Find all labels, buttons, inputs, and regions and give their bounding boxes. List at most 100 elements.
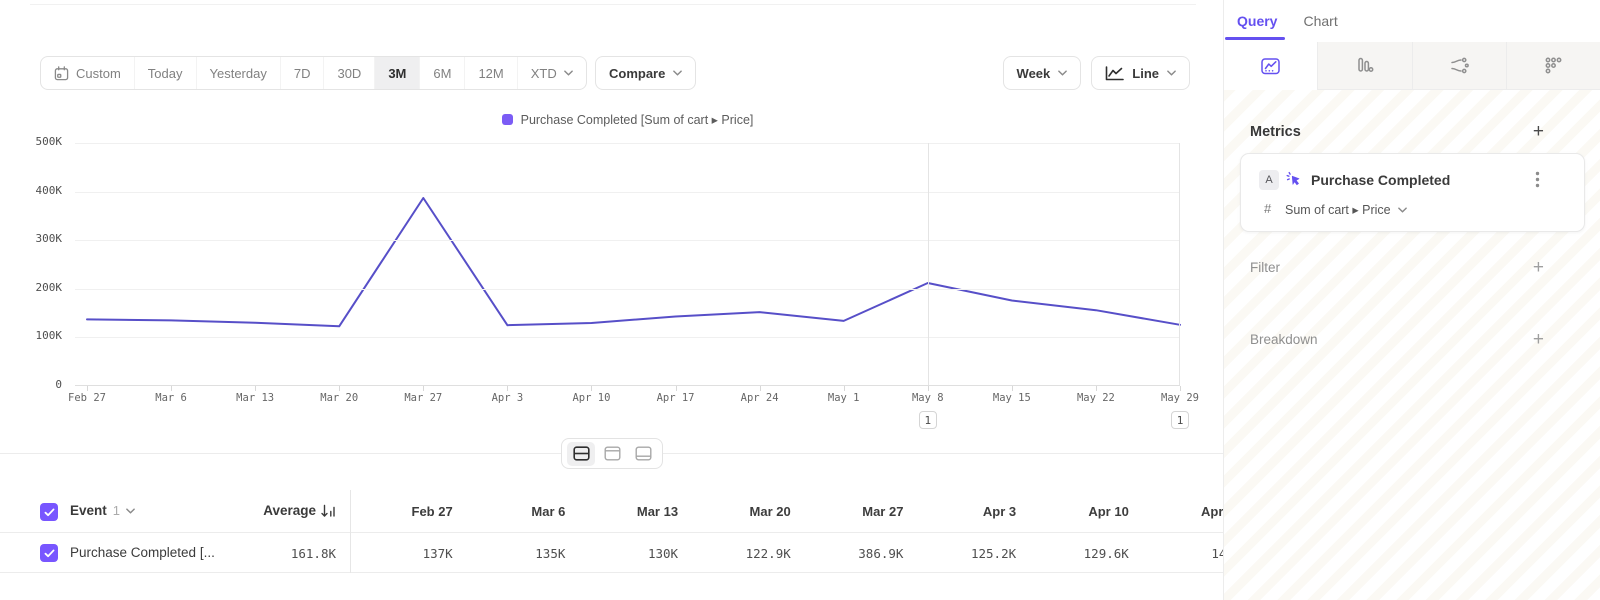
event-column-dropdown[interactable]: Event 1 bbox=[70, 503, 135, 518]
chart-type-tab-scatter[interactable] bbox=[1507, 42, 1600, 90]
chart-type-tab-flow[interactable] bbox=[1413, 42, 1507, 90]
aggregation-dropdown[interactable]: Sum of cart ▸ Price bbox=[1285, 202, 1407, 217]
x-axis-tick bbox=[1096, 386, 1097, 391]
more-options-icon[interactable] bbox=[1535, 171, 1540, 188]
event-count: 1 bbox=[113, 503, 120, 518]
table-only-button[interactable] bbox=[629, 442, 657, 466]
granularity-button[interactable]: Week bbox=[1003, 56, 1082, 90]
y-axis-label: 400K bbox=[0, 184, 62, 197]
range-xtd[interactable]: XTD bbox=[517, 57, 586, 89]
compare-button[interactable]: Compare bbox=[595, 56, 696, 90]
sort-descending-icon bbox=[321, 504, 336, 518]
range-custom[interactable]: Custom bbox=[41, 57, 134, 89]
split-view-button[interactable] bbox=[567, 442, 595, 466]
y-axis-label: 0 bbox=[0, 378, 62, 391]
row-checkbox[interactable] bbox=[40, 544, 58, 562]
date-column-header: Apr 17 bbox=[1139, 504, 1223, 519]
range-yesterday[interactable]: Yesterday bbox=[196, 57, 280, 89]
range-today[interactable]: Today bbox=[134, 57, 196, 89]
range-12m[interactable]: 12M bbox=[464, 57, 516, 89]
scatter-dots-icon bbox=[1543, 55, 1564, 76]
split-view-icon bbox=[573, 446, 590, 461]
annotation-badge[interactable]: 1 bbox=[919, 411, 937, 429]
y-axis-label: 100K bbox=[0, 329, 62, 342]
metric-event-name: Purchase Completed bbox=[1311, 172, 1450, 188]
panel-tabs: Query Chart bbox=[1224, 0, 1600, 42]
x-axis-label: Apr 24 bbox=[715, 392, 805, 404]
y-axis-label: 200K bbox=[0, 281, 62, 294]
gridline bbox=[75, 143, 1180, 144]
x-axis-label: May 15 bbox=[967, 392, 1057, 404]
value-cell: 130K bbox=[575, 546, 688, 561]
event-click-icon bbox=[1286, 171, 1303, 188]
date-column-header: Apr 10 bbox=[1026, 504, 1139, 519]
date-column-header: Apr 3 bbox=[913, 504, 1026, 519]
add-breakdown-button[interactable]: + bbox=[1533, 330, 1544, 349]
aggregation-label: Sum of cart ▸ Price bbox=[1285, 202, 1391, 217]
add-filter-button[interactable]: + bbox=[1533, 258, 1544, 277]
chart-controls: Week Line bbox=[1003, 56, 1190, 90]
chart-type-tab-line[interactable] bbox=[1224, 42, 1318, 90]
line-chart-icon bbox=[1105, 66, 1124, 81]
column-separator bbox=[350, 490, 351, 573]
granularity-label: Week bbox=[1017, 66, 1051, 81]
chevron-down-icon bbox=[673, 70, 682, 76]
value-cell: 137K bbox=[350, 546, 463, 561]
date-column-header: Mar 6 bbox=[463, 504, 576, 519]
x-axis-tick bbox=[171, 386, 172, 391]
range-30d[interactable]: 30D bbox=[323, 57, 374, 89]
breakdown-title: Breakdown bbox=[1250, 332, 1318, 347]
date-range-group: CustomTodayYesterday7D30D3M6M12MXTD bbox=[40, 56, 587, 90]
table-only-icon bbox=[635, 446, 652, 461]
line-series bbox=[75, 143, 1180, 386]
chart-type-tab-bar[interactable] bbox=[1318, 42, 1412, 90]
gridline bbox=[75, 240, 1180, 241]
chart-legend[interactable]: Purchase Completed [Sum of cart ▸ Price] bbox=[75, 112, 1180, 127]
gridline bbox=[75, 289, 1180, 290]
date-column-header: Feb 27 bbox=[350, 504, 463, 519]
x-axis-label: Apr 3 bbox=[462, 392, 552, 404]
metric-card[interactable]: A Purchase Completed # Sum of cart ▸ Pri… bbox=[1240, 153, 1585, 232]
y-axis-label: 500K bbox=[0, 135, 62, 148]
y-axis-label: 300K bbox=[0, 232, 62, 245]
range-6m[interactable]: 6M bbox=[419, 57, 464, 89]
view-toggle-group bbox=[561, 438, 663, 469]
x-axis-label: May 1 bbox=[799, 392, 889, 404]
average-column-label: Average bbox=[263, 503, 316, 518]
x-axis-label: Mar 20 bbox=[294, 392, 384, 404]
table-header-row: Event 1 Average Feb 27Mar 6Mar 13Mar 20M… bbox=[0, 490, 1223, 533]
tab-query[interactable]: Query bbox=[1237, 0, 1277, 42]
date-column-headers: Feb 27Mar 6Mar 13Mar 20Mar 27Apr 3Apr 10… bbox=[350, 504, 1223, 519]
chart-only-icon bbox=[604, 446, 621, 461]
x-axis-tick bbox=[591, 386, 592, 391]
x-axis-label: Mar 27 bbox=[378, 392, 468, 404]
add-metric-button[interactable]: + bbox=[1533, 122, 1544, 141]
line-chart-plot bbox=[75, 143, 1180, 386]
tab-chart[interactable]: Chart bbox=[1303, 0, 1337, 42]
range-3m[interactable]: 3M bbox=[374, 57, 419, 89]
select-all-checkbox[interactable] bbox=[40, 503, 58, 521]
x-axis-tick bbox=[1180, 386, 1181, 391]
range-7d[interactable]: 7D bbox=[280, 57, 324, 89]
insights-line-chart-icon bbox=[1260, 56, 1281, 77]
x-axis-tick bbox=[507, 386, 508, 391]
chart-only-button[interactable] bbox=[598, 442, 626, 466]
metrics-title: Metrics bbox=[1250, 124, 1301, 140]
x-axis-tick bbox=[87, 386, 88, 391]
event-column-label: Event bbox=[70, 503, 107, 518]
value-cell: 125.2K bbox=[913, 546, 1026, 561]
x-axis-tick bbox=[928, 386, 929, 391]
x-axis-tick bbox=[339, 386, 340, 391]
x-axis-label: May 29 bbox=[1135, 392, 1223, 404]
row-date-values: 137K135K130K122.9K386.9K125.2K129.6K143K bbox=[350, 546, 1223, 561]
chevron-down-icon bbox=[1167, 70, 1176, 76]
x-axis-label: Feb 27 bbox=[42, 392, 132, 404]
annotation-line bbox=[928, 143, 929, 385]
chart-type-tab-bar bbox=[1224, 42, 1600, 90]
x-axis-label: May 22 bbox=[1051, 392, 1141, 404]
filter-section-header: Filter + bbox=[1250, 258, 1544, 277]
chart-type-button[interactable]: Line bbox=[1091, 56, 1190, 90]
average-sort-header[interactable]: Average bbox=[140, 503, 336, 518]
chart-type-label: Line bbox=[1132, 66, 1159, 81]
annotation-badge[interactable]: 1 bbox=[1171, 411, 1189, 429]
